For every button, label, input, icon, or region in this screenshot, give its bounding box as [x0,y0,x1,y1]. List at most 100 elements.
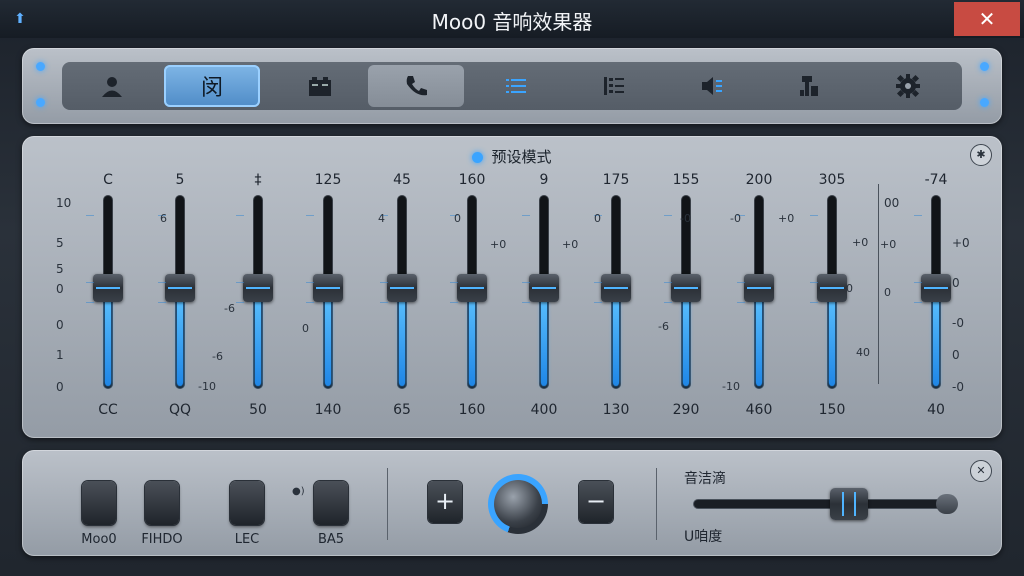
eq-slider-fill [756,290,762,386]
eq-slider-knob[interactable] [671,274,701,303]
eq-slider-knob[interactable] [313,274,343,303]
text-glyph-icon: 闵 [200,76,223,101]
tab-settings[interactable] [860,65,956,107]
band-frequency-label: 150 [818,402,846,418]
close-icon[interactable]: ✕ [970,460,992,482]
left-scale-label: 10 [56,196,72,210]
right-scale-label: 0 [952,348,960,362]
eq-slider-knob[interactable] [529,274,559,303]
eq-slider-fill [933,290,939,386]
eq-tick [522,301,530,303]
band-top-label: ‡ [254,172,262,188]
led-indicator [980,98,989,107]
inline-scale-label: 6 [160,212,167,225]
mode-button-fihdo[interactable] [145,481,179,525]
volume-dial[interactable] [488,474,548,534]
decrease-button[interactable]: − [579,481,613,523]
band-top-label: -74 [924,172,948,188]
tab-user[interactable] [64,65,160,107]
volume-slider-knob[interactable] [830,488,868,520]
led-indicator [36,62,45,71]
increase-button[interactable]: + [428,481,462,523]
band-frequency-label: 140 [314,402,342,418]
inline-scale-label: +0 [880,238,897,251]
tab-phone[interactable] [368,65,464,107]
inline-scale-label: +0 [778,212,795,225]
mode-label: BA5 [317,532,345,547]
window-title: Moo0 音响效果器 [431,10,593,34]
volume-slider-track[interactable] [694,500,944,508]
tab-device[interactable] [762,65,858,107]
list-icon [506,79,526,93]
eq-slider-knob[interactable] [817,274,847,303]
eq-tick [914,282,922,284]
band-frequency-label: 460 [745,402,773,418]
eq-slider-fill [325,290,331,386]
eq-slider-knob[interactable] [243,274,273,303]
band-top-label: 45 [393,172,411,188]
eq-tick [450,282,458,284]
left-scale-label: 1 [56,348,64,362]
user-icon [102,77,122,97]
pin-icon[interactable]: ✱ [970,144,992,166]
volume-label: 音洁滴 [684,471,726,487]
eq-slider-knob[interactable] [165,274,195,303]
tab-speaker[interactable] [664,65,760,107]
inline-scale-label: -6 [658,320,669,333]
band-frequency-label: 160 [458,402,486,418]
eq-slider-knob[interactable] [921,274,951,303]
inline-scale-label: 0 [302,322,309,335]
band-top-label: C [103,172,113,188]
left-scale-label: 0 [56,380,64,394]
tab-checklist[interactable] [566,65,662,107]
toolbar-panel: 闵 [22,48,1002,124]
band-top-label: 125 [314,172,342,188]
preset-label: 预设模式 [491,148,552,166]
band-top-label: 9 [539,172,549,188]
band-top-label: 155 [672,172,700,188]
battery-icon [309,77,331,96]
phone-icon [406,76,427,96]
left-scale-label: 5 [56,236,64,250]
eq-tick [522,215,530,217]
eq-slider-knob[interactable] [457,274,487,303]
preset-mode[interactable]: 预设模式 [22,146,1002,167]
divider [656,468,657,540]
inline-scale-label: -6 [212,350,223,363]
preset-led [472,152,484,163]
tab-battery[interactable] [272,65,368,107]
eq-tick [450,301,458,303]
left-scale-label: 5 [56,262,64,276]
mode-label: LEC [234,532,260,547]
sound-indicator-icon: ●) [292,486,305,497]
eq-tick [306,301,314,303]
right-scale-label: 0 [952,276,960,290]
close-button[interactable]: ✕ [954,2,1020,36]
band-frequency-label: CC [98,402,118,418]
eq-tick [522,282,530,284]
eq-slider-fill [613,290,619,386]
eq-slider-fill [469,290,475,386]
band-top-label: 160 [458,172,486,188]
mode-button-ba5[interactable] [314,481,348,525]
eq-slider-knob[interactable] [601,274,631,303]
tab-list[interactable] [468,65,564,107]
eq-tick [810,215,818,217]
inline-scale-label: -0 [730,212,741,225]
tab-text[interactable]: 闵 [164,65,260,107]
mode-button-moo0[interactable] [82,481,116,525]
eq-tick [664,282,672,284]
slider-end-cap [936,494,958,514]
eq-slider-knob[interactable] [93,274,123,303]
mode-button-lec[interactable] [230,481,264,525]
checklist-icon [604,77,624,95]
eq-slider-knob[interactable] [387,274,417,303]
eq-tick [236,215,244,217]
inline-scale-label: -10 [722,380,740,393]
eq-tick [380,301,388,303]
eq-slider-fill [541,290,547,386]
eq-slider-knob[interactable] [744,274,774,303]
eq-tick [810,301,818,303]
eq-slider-fill [255,290,261,386]
band-frequency-label: 40 [927,402,945,418]
